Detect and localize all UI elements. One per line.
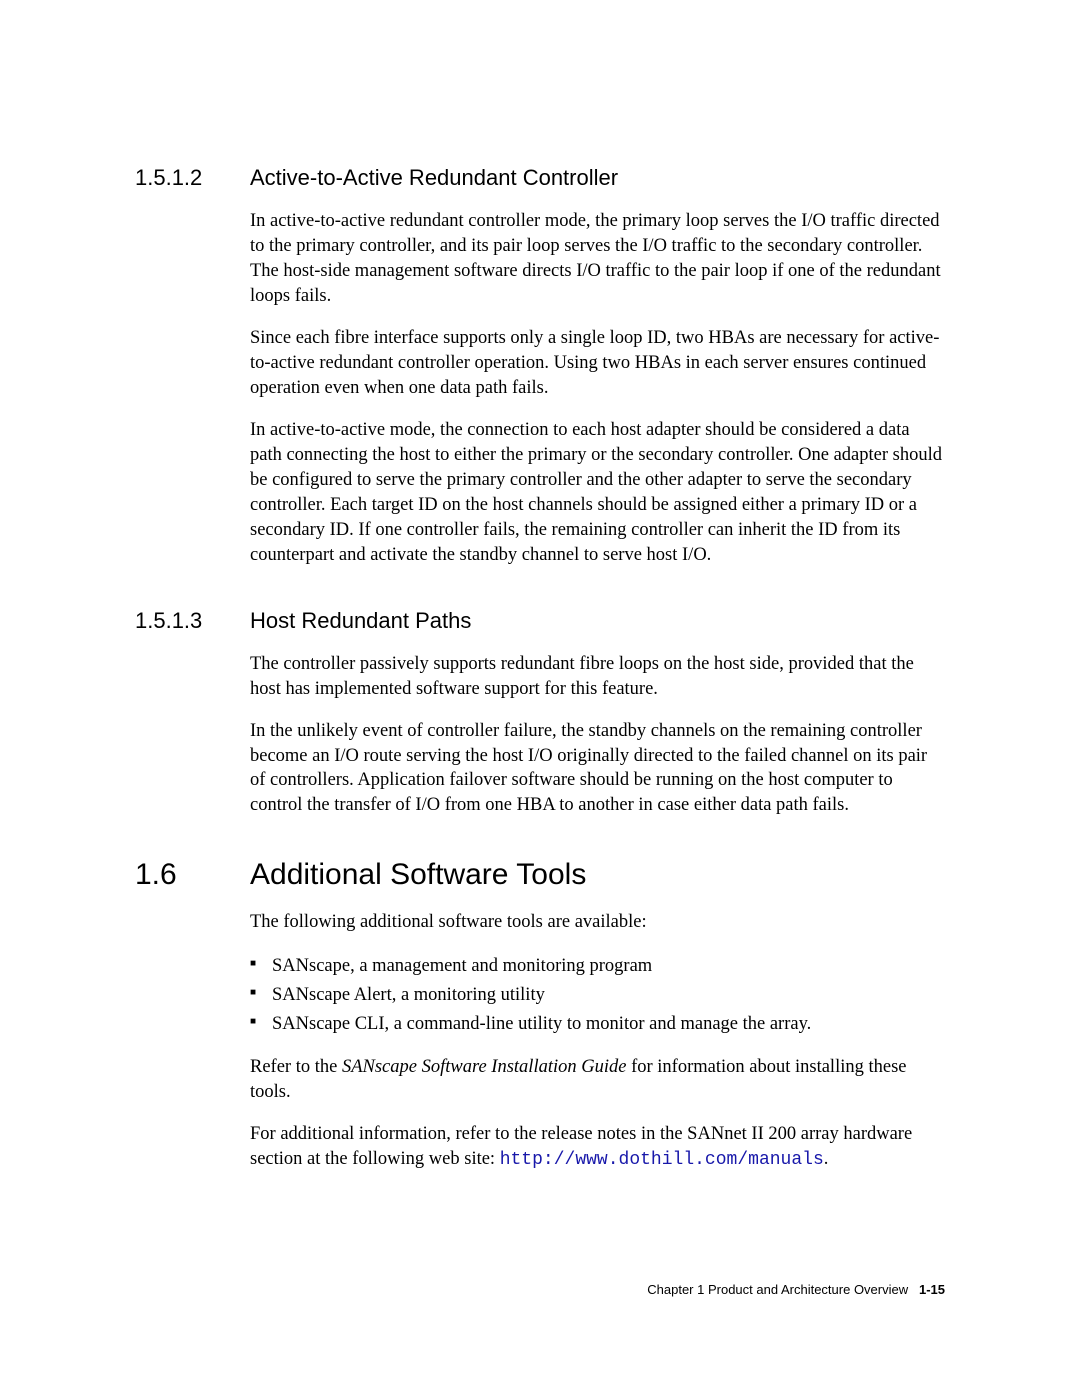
paragraph: The controller passively supports redund… [250,652,945,702]
paragraph: In active-to-active mode, the connection… [250,418,945,568]
document-page: 1.5.1.2 Active-to-Active Redundant Contr… [0,0,1080,1293]
url-link[interactable]: http://www.dothill.com/manuals [500,1150,824,1170]
footer-page-number: 1-15 [919,1282,945,1297]
bullet-list: SANscape, a management and monitoring pr… [250,952,945,1038]
section-number: 1.5.1.2 [135,165,250,191]
section-number: 1.5.1.3 [135,608,250,634]
paragraph: Since each fibre interface supports only… [250,326,945,401]
heading-row: 1.6 Additional Software Tools [135,858,945,892]
paragraph: For additional information, refer to the… [250,1122,945,1172]
section-16: 1.6 Additional Software Tools The follow… [135,858,945,1172]
italic-text: SANscape Software Installation Guide [342,1057,627,1077]
list-item: SANscape CLI, a command-line utility to … [250,1010,945,1039]
section-number: 1.6 [135,858,250,892]
footer-chapter: Chapter 1 Product and Architecture Overv… [647,1282,908,1297]
section-title: Additional Software Tools [250,858,586,892]
section-title: Host Redundant Paths [250,608,471,634]
paragraph: In the unlikely event of controller fail… [250,719,945,819]
heading-row: 1.5.1.3 Host Redundant Paths [135,608,945,634]
list-item: SANscape, a management and monitoring pr… [250,952,945,981]
paragraph: The following additional software tools … [250,910,945,935]
section-1513: 1.5.1.3 Host Redundant Paths The control… [135,608,945,819]
section-1512: 1.5.1.2 Active-to-Active Redundant Contr… [135,165,945,568]
section-title: Active-to-Active Redundant Controller [250,165,618,191]
heading-row: 1.5.1.2 Active-to-Active Redundant Contr… [135,165,945,191]
paragraph: Refer to the SANscape Software Installat… [250,1055,945,1105]
list-item: SANscape Alert, a monitoring utility [250,981,945,1010]
paragraph: In active-to-active redundant controller… [250,209,945,309]
text-run: Refer to the [250,1057,342,1077]
page-footer: Chapter 1 Product and Architecture Overv… [647,1282,945,1297]
text-run: . [824,1149,829,1169]
